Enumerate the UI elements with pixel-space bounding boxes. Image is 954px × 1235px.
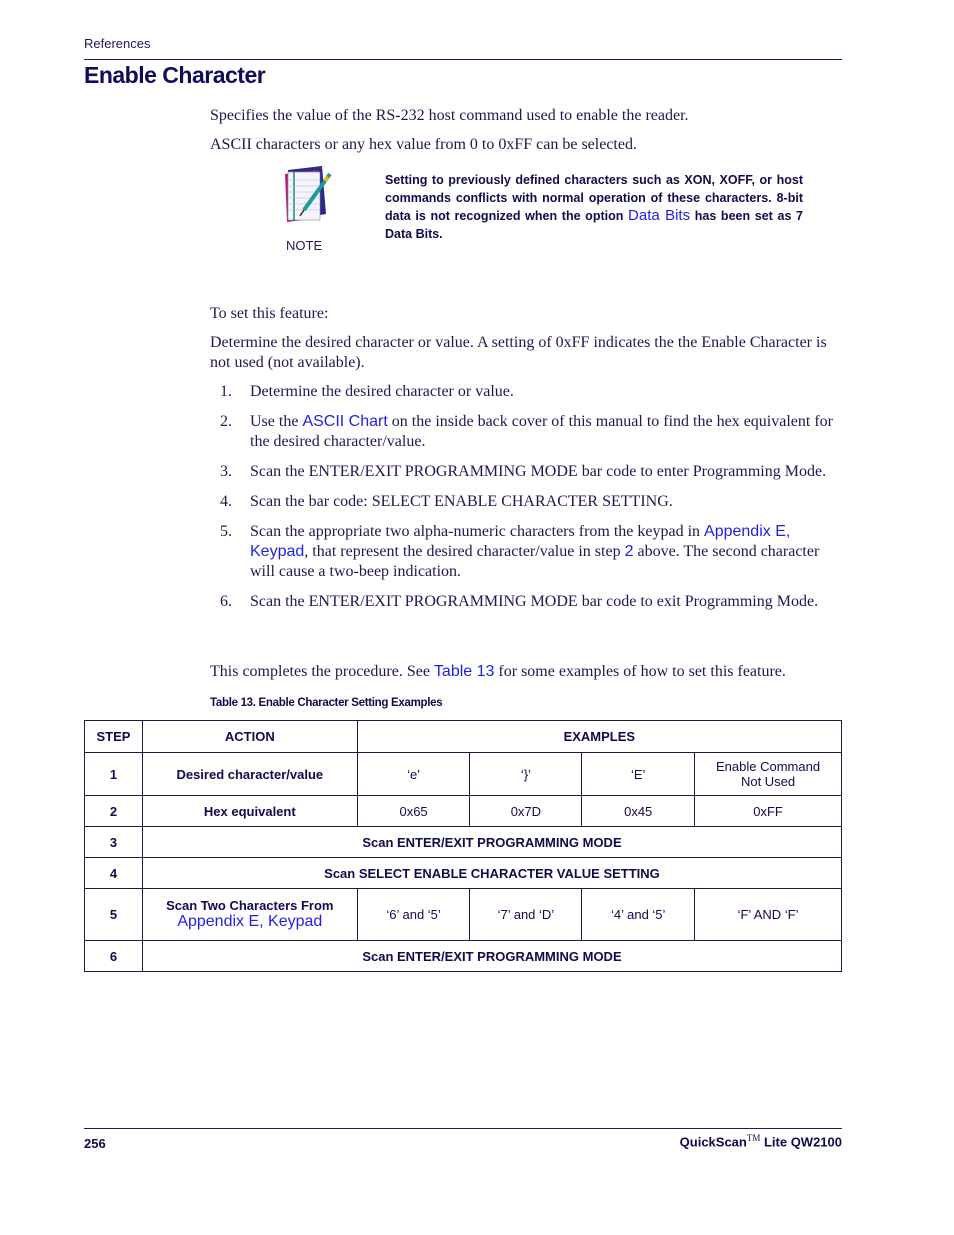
page-number: 256 xyxy=(84,1136,106,1151)
product-name: QuickScanTM Lite QW2100 xyxy=(679,1133,842,1150)
intro-paragraph-2: ASCII characters or any hex value from 0… xyxy=(210,136,637,153)
step-item: 6. Scan the ENTER/EXIT PROGRAMMING MODE … xyxy=(220,593,819,610)
header-action: ACTION xyxy=(141,720,358,753)
procedure-description: Determine the desired character or value… xyxy=(210,334,827,371)
step-item: 3. Scan the ENTER/EXIT PROGRAMMING MODE … xyxy=(220,463,827,480)
table-row: 1 Desired character/value ‘e’ ‘}’ ‘E’ En… xyxy=(84,752,842,796)
ascii-chart-link[interactable]: ASCII Chart xyxy=(302,413,387,430)
appendix-e-keypad-table-link[interactable]: Appendix E, Keypad xyxy=(147,913,353,931)
step-item: 4. Scan the bar code: SELECT ENABLE CHAR… xyxy=(220,493,673,510)
table-13-link[interactable]: Table 13 xyxy=(434,663,495,680)
table-header-row: STEP ACTION EXAMPLES xyxy=(84,720,843,753)
header-examples: EXAMPLES xyxy=(356,720,843,753)
procedure-lead: To set this feature: xyxy=(210,305,329,322)
step-item: 2. Use the ASCII Chart on the inside bac… xyxy=(220,413,833,450)
running-header: References xyxy=(84,36,151,51)
table-row: 3 Scan ENTER/EXIT PROGRAMMING MODE xyxy=(84,826,843,858)
enable-character-examples-table: STEP ACTION EXAMPLES 1 Desired character… xyxy=(84,720,843,972)
header-step: STEP xyxy=(84,720,143,753)
procedure-steps: 1. Determine the desired character or va… xyxy=(210,382,842,622)
footer-rule xyxy=(84,1128,842,1129)
table-row: 4 Scan SELECT ENABLE CHARACTER VALUE SET… xyxy=(84,857,843,889)
note-label: NOTE xyxy=(286,238,323,253)
page-title: Enable Character xyxy=(84,62,266,88)
table-row: 2 Hex equivalent 0x65 0x7D 0x45 0xFF xyxy=(84,795,842,827)
table-row: 5 Scan Two Characters From Appendix E, K… xyxy=(84,888,842,941)
notepad-pen-icon xyxy=(282,166,336,224)
table-caption: Table 13. Enable Character Setting Examp… xyxy=(210,697,443,709)
table-row: 6 Scan ENTER/EXIT PROGRAMMING MODE xyxy=(84,940,843,972)
note-text: Setting to previously defined characters… xyxy=(385,173,803,241)
header-rule xyxy=(84,59,842,60)
intro-paragraph-1: Specifies the value of the RS-232 host c… xyxy=(210,107,689,124)
step-item: 1. Determine the desired character or va… xyxy=(220,383,514,400)
trademark-symbol: TM xyxy=(746,1133,761,1143)
data-bits-link[interactable]: Data Bits xyxy=(628,207,690,224)
step-item: 5. Scan the appropriate two alpha-numeri… xyxy=(220,523,820,580)
procedure-closing: This completes the procedure. See Table … xyxy=(210,663,786,680)
